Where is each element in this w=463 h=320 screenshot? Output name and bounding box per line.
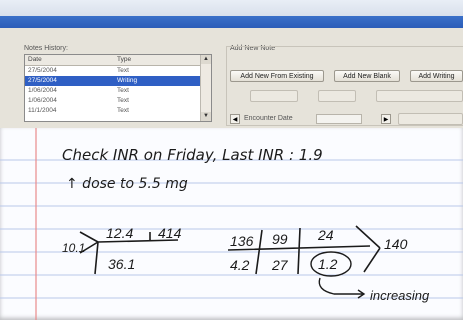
chem-bicarbonate: 27 <box>271 257 289 273</box>
chem-chloride: 99 <box>272 231 288 247</box>
note-type: Writing <box>117 77 138 84</box>
note-type: Text <box>117 97 129 104</box>
chem-sodium: 136 <box>230 233 254 249</box>
encounter-date-field[interactable] <box>316 114 362 124</box>
next-encounter-icon[interactable]: ▶ <box>381 114 391 124</box>
cbc-plt: 414 <box>158 225 182 241</box>
window-title-bar <box>0 0 463 16</box>
handwriting-svg: Check INR on Friday, Last INR : 1.9 ↑ do… <box>0 128 463 320</box>
notes-history-list[interactable]: Date Type 27/5/2004 Text 27/5/2004 Writing… <box>24 54 212 122</box>
chem-creatinine: 1.2 <box>318 256 338 272</box>
list-scrollbar[interactable]: ▲ ▼ <box>200 55 211 121</box>
scroll-down-icon[interactable]: ▼ <box>201 112 211 121</box>
note-date: 27/5/2004 <box>28 77 57 84</box>
note-date: 11/1/2004 <box>28 107 57 114</box>
handwriting-line-1: Check INR on Friday, Last INR : 1.9 <box>62 146 323 164</box>
list-item-selected[interactable]: 27/5/2004 Writing <box>25 76 211 86</box>
list-item[interactable]: 1/06/2004 Text <box>25 86 211 96</box>
notes-window: Notes History: Add New Note Date Type 27… <box>0 0 463 320</box>
note-type: Text <box>117 87 129 94</box>
add-writing-button[interactable]: Add Writing <box>410 70 463 82</box>
note-type: Text <box>117 67 129 74</box>
chem7-grid: 136 99 24 4.2 27 1.2 140 <box>227 225 408 277</box>
cbc-hgb: 12.4 <box>106 225 133 241</box>
encounter-date-label: Encounter Date <box>244 115 293 122</box>
previous-encounter-icon[interactable]: ◀ <box>230 114 240 124</box>
arrow-icon <box>318 277 366 299</box>
note-type: Text <box>117 107 129 114</box>
chem-glucose: 140 <box>384 236 408 252</box>
list-item[interactable]: 27/5/2004 Text <box>25 66 211 76</box>
scroll-up-icon[interactable]: ▲ <box>201 55 211 64</box>
chem-potassium: 4.2 <box>230 257 250 273</box>
handwriting-canvas[interactable]: Check INR on Friday, Last INR : 1.9 ↑ do… <box>0 128 463 320</box>
note-date: 27/5/2004 <box>28 67 57 74</box>
note-date: 1/06/2004 <box>28 87 57 94</box>
list-item[interactable]: 11/1/2004 Text <box>25 106 211 116</box>
column-type-header[interactable]: Type <box>114 55 197 65</box>
note-date: 1/06/2004 <box>28 97 57 104</box>
column-date-header[interactable]: Date <box>25 55 114 65</box>
fishbone-cbc: 10.1 12.4 414 36.1 <box>62 225 182 275</box>
disabled-button-1[interactable] <box>250 90 298 102</box>
list-item[interactable]: 1/06/2004 Text <box>25 96 211 106</box>
annotation-increasing: increasing <box>370 288 430 303</box>
disabled-button-3[interactable] <box>376 90 463 102</box>
cbc-wbc: 10.1 <box>62 241 85 255</box>
disabled-button-4[interactable] <box>398 113 463 125</box>
chem-bun: 24 <box>317 227 334 243</box>
cbc-hct: 36.1 <box>108 256 135 272</box>
disabled-button-2[interactable] <box>318 90 356 102</box>
add-new-from-existing-button[interactable]: Add New From Existing <box>230 70 324 82</box>
notes-title-bar <box>0 16 463 28</box>
handwriting-line-2: ↑ dose to 5.5 mg <box>66 176 188 192</box>
add-new-blank-button[interactable]: Add New Blank <box>334 70 400 82</box>
notes-history-label: Notes History: <box>24 45 68 52</box>
list-header: Date Type <box>25 55 211 66</box>
